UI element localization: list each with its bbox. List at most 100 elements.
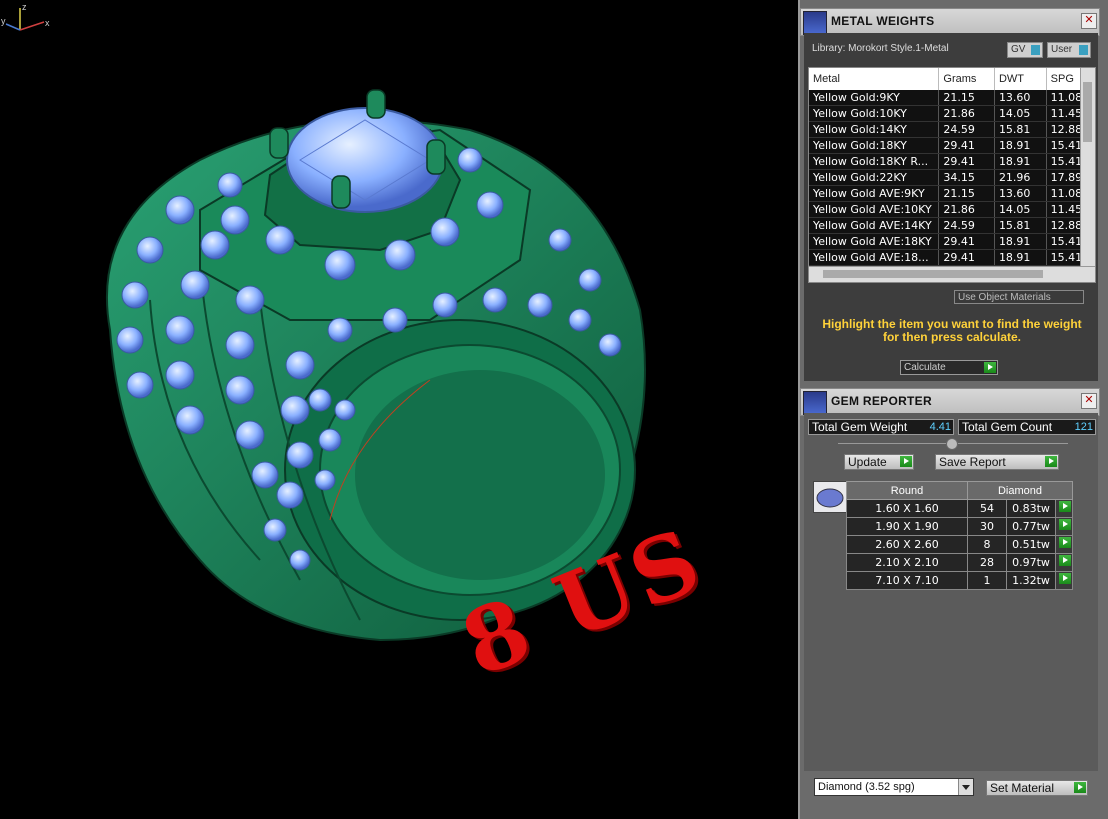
calculate-button[interactable]: Calculate <box>900 360 998 375</box>
dwt-cell: 14.05 <box>994 201 1047 218</box>
table-row[interactable]: 2.60 X 2.60 8 0.51tw <box>846 535 1073 554</box>
col-metal[interactable]: Metal <box>809 68 940 90</box>
grams-cell: 34.15 <box>938 169 995 186</box>
table-row[interactable]: Yellow Gold:9KY 21.15 13.60 11.08 <box>809 90 1092 106</box>
material-select[interactable]: Diamond (3.52 spg) <box>814 778 974 796</box>
table-row[interactable]: Yellow Gold:14KY 24.59 15.81 12.88 <box>809 121 1092 138</box>
play-arrow-icon <box>1059 537 1071 548</box>
dwt-cell: 18.91 <box>994 153 1047 170</box>
gem-size-cell: 2.10 X 2.10 <box>846 553 968 572</box>
matrix-logo-icon <box>803 11 827 35</box>
metal-cell: Yellow Gold AVE:18KY <box>809 233 940 250</box>
play-arrow-icon <box>1074 782 1086 793</box>
table-row[interactable]: Yellow Gold AVE:10KY 21.86 14.05 11.45 <box>809 201 1092 218</box>
select-gem-button[interactable] <box>1055 499 1073 518</box>
col-grams[interactable]: Grams <box>938 68 995 90</box>
chevron-down-icon[interactable] <box>958 779 973 795</box>
3d-viewport[interactable]: 8 US z x y <box>0 0 798 819</box>
grams-cell: 29.41 <box>938 249 995 266</box>
user-toggle[interactable]: User <box>1047 42 1091 58</box>
tool-panels: METAL WEIGHTS ✕ Library: Morokort Style.… <box>798 0 1108 819</box>
select-gem-button[interactable] <box>1055 535 1073 554</box>
play-arrow-icon <box>1059 555 1071 566</box>
dwt-cell: 18.91 <box>994 233 1047 250</box>
total-gem-weight-value: 4.41 <box>929 421 951 433</box>
use-object-materials-checkbox[interactable]: Use Object Materials <box>954 290 1084 304</box>
metal-cell: Yellow Gold:18KY R... <box>809 153 940 170</box>
table-row[interactable]: Yellow Gold:18KY 29.41 18.91 15.41 <box>809 137 1092 154</box>
table-row[interactable]: Yellow Gold AVE:9KY 21.15 13.60 11.08 <box>809 185 1092 202</box>
round-gem-icon <box>816 488 844 508</box>
axis-z-label: z <box>22 2 27 12</box>
gv-toggle[interactable]: GV <box>1007 42 1043 58</box>
select-gem-button[interactable] <box>1055 517 1073 536</box>
gem-count-cell: 1 <box>967 571 1007 590</box>
round-gem-thumbnail[interactable] <box>813 481 847 513</box>
table-row[interactable]: Yellow Gold AVE:14KY 24.59 15.81 12.88 <box>809 217 1092 234</box>
table-row[interactable]: Yellow Gold:22KY 34.15 21.96 17.89 <box>809 169 1092 186</box>
gem-weight-cell: 0.83tw <box>1006 499 1056 518</box>
metal-cell: Yellow Gold AVE:10KY <box>809 201 940 218</box>
gem-count-cell: 54 <box>967 499 1007 518</box>
update-button[interactable]: Update <box>844 454 914 470</box>
metal-cell: Yellow Gold:9KY <box>809 90 940 106</box>
total-gem-count: Total Gem Count 121 <box>958 419 1096 435</box>
table-row[interactable]: Yellow Gold AVE:18KY 29.41 18.91 15.41 <box>809 233 1092 250</box>
gem-weight-cell: 0.77tw <box>1006 517 1056 536</box>
total-gem-weight-label: Total Gem Weight <box>812 420 908 434</box>
dwt-cell: 13.60 <box>994 185 1047 202</box>
close-icon[interactable]: ✕ <box>1081 13 1097 29</box>
table-row[interactable]: 1.60 X 1.60 54 0.83tw <box>846 499 1073 518</box>
slider-handle[interactable] <box>946 438 958 450</box>
table-row[interactable]: 7.10 X 7.10 1 1.32tw <box>846 571 1073 590</box>
gem-reporter-titlebar[interactable]: GEM REPORTER ✕ <box>800 388 1100 416</box>
dwt-cell: 15.81 <box>994 217 1047 234</box>
grams-cell: 29.41 <box>938 137 995 154</box>
grams-cell: 24.59 <box>938 121 995 138</box>
scroll-thumb[interactable] <box>823 270 1043 278</box>
gem-size-cell: 2.60 X 2.60 <box>846 535 968 554</box>
gem-weight-cell: 0.51tw <box>1006 535 1056 554</box>
total-gem-count-label: Total Gem Count <box>962 420 1053 434</box>
close-icon[interactable]: ✕ <box>1081 393 1097 409</box>
axis-gizmo-icon: z x y <box>1 2 50 31</box>
total-gem-count-value: 121 <box>1074 421 1093 433</box>
table-row[interactable]: 1.90 X 1.90 30 0.77tw <box>846 517 1073 536</box>
material-header: Diamond <box>967 481 1073 500</box>
horizontal-scrollbar[interactable] <box>809 266 1095 282</box>
grams-cell: 29.41 <box>938 233 995 250</box>
gem-weight-cell: 0.97tw <box>1006 553 1056 572</box>
dwt-cell: 14.05 <box>994 105 1047 122</box>
table-row[interactable]: Yellow Gold AVE:18... 29.41 18.91 15.41 <box>809 249 1092 266</box>
select-gem-button[interactable] <box>1055 553 1073 572</box>
scroll-thumb[interactable] <box>1083 82 1092 142</box>
grams-cell: 21.15 <box>938 90 995 106</box>
grams-cell: 21.86 <box>938 201 995 218</box>
set-material-button[interactable]: Set Material <box>986 780 1088 796</box>
calculate-label: Calculate <box>904 362 946 373</box>
dwt-cell: 21.96 <box>994 169 1047 186</box>
grams-cell: 21.86 <box>938 105 995 122</box>
metal-table[interactable]: Metal Grams DWT SPG Yellow Gold:9KY 21.15… <box>808 67 1096 283</box>
gem-table[interactable]: Round Diamond 1.60 X 1.60 54 0.83tw 1.90 X … <box>846 481 1073 590</box>
dwt-cell: 18.91 <box>994 249 1047 266</box>
gem-count-cell: 28 <box>967 553 1007 572</box>
table-row[interactable]: 2.10 X 2.10 28 0.97tw <box>846 553 1073 572</box>
col-dwt[interactable]: DWT <box>994 68 1047 90</box>
play-arrow-icon <box>1045 456 1057 467</box>
play-arrow-icon <box>900 456 912 467</box>
metal-weights-titlebar[interactable]: METAL WEIGHTS ✕ <box>800 8 1100 36</box>
save-report-button[interactable]: Save Report <box>935 454 1059 470</box>
gem-size-cell: 1.90 X 1.90 <box>846 517 968 536</box>
toggle-knob-icon <box>1079 45 1088 55</box>
table-row[interactable]: Yellow Gold:10KY 21.86 14.05 11.45 <box>809 105 1092 122</box>
select-gem-button[interactable] <box>1055 571 1073 590</box>
axis-y-label: y <box>1 16 6 26</box>
table-row[interactable]: Yellow Gold:18KY R... 29.41 18.91 15.41 <box>809 153 1092 170</box>
report-slider[interactable] <box>838 438 1068 450</box>
metal-cell: Yellow Gold AVE:9KY <box>809 185 940 202</box>
grams-cell: 21.15 <box>938 185 995 202</box>
user-toggle-label: User <box>1051 44 1073 55</box>
gem-report-icon <box>803 391 827 415</box>
vertical-scrollbar[interactable] <box>1080 68 1095 266</box>
